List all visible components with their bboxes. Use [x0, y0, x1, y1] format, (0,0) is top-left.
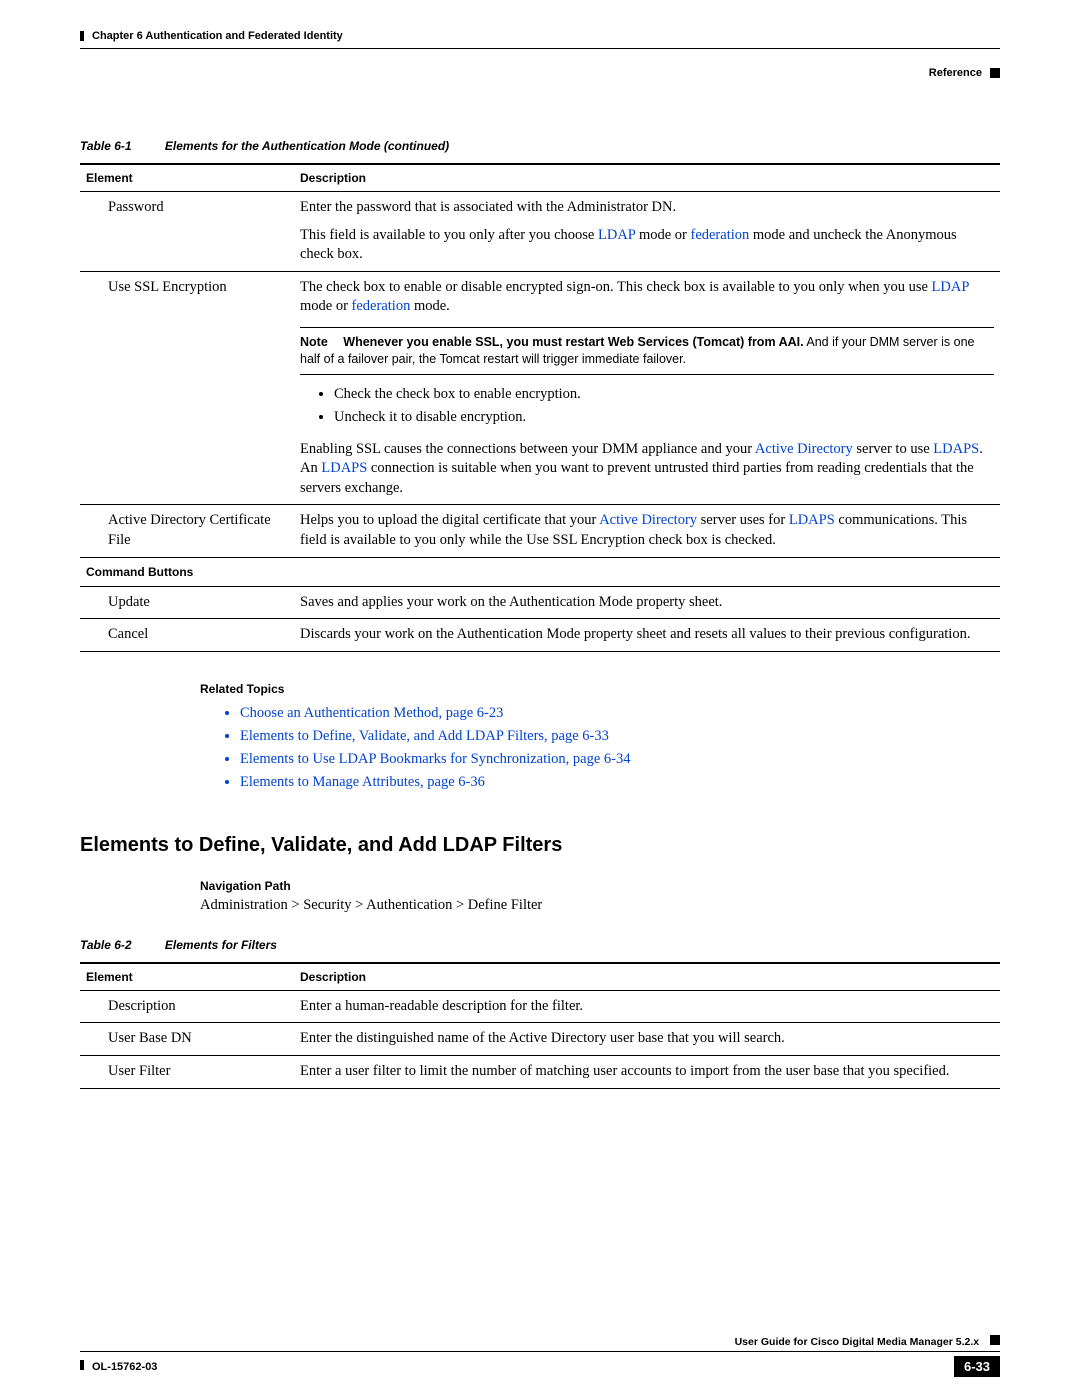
note-label: Note — [300, 335, 328, 349]
chapter-header: Chapter 6 Authentication and Federated I… — [80, 30, 1000, 42]
row-element: User Filter — [80, 1055, 294, 1088]
active-directory-link[interactable]: Active Directory — [755, 441, 853, 457]
list-item: Check the check box to enable encryption… — [334, 383, 994, 407]
footer-square-icon — [990, 1335, 1000, 1345]
command-buttons-heading: Command Buttons — [80, 557, 1000, 586]
navigation-path: Administration > Security > Authenticati… — [200, 897, 1000, 914]
row-element: Update — [80, 586, 294, 619]
col-description: Description — [294, 963, 1000, 991]
related-link[interactable]: Elements to Manage Attributes, page 6-36 — [240, 771, 1000, 794]
active-directory-link[interactable]: Active Directory — [599, 512, 697, 528]
row-description: The check box to enable or disable encry… — [294, 271, 1000, 505]
page-number: 6-33 — [954, 1356, 1000, 1377]
col-description: Description — [294, 164, 1000, 192]
table-row: User Base DN Enter the distinguished nam… — [80, 1023, 1000, 1056]
section-heading: Elements to Define, Validate, and Add LD… — [80, 834, 1000, 857]
ldap-link[interactable]: LDAP — [932, 279, 969, 295]
list-item: Uncheck it to disable encryption. — [334, 406, 994, 430]
table-row: Description Enter a human-readable descr… — [80, 990, 1000, 1023]
table-6-2: Element Description Description Enter a … — [80, 962, 1000, 1089]
navigation-path-heading: Navigation Path — [200, 879, 1000, 893]
row-element: Use SSL Encryption — [80, 271, 294, 505]
table-row: Update Saves and applies your work on th… — [80, 586, 1000, 619]
table-6-1: Element Description Password Enter the p… — [80, 163, 1000, 652]
related-topics-heading: Related Topics — [200, 682, 1000, 696]
ldap-link[interactable]: LDAP — [598, 227, 635, 243]
row-description: Helps you to upload the digital certific… — [294, 505, 1000, 557]
col-element: Element — [80, 963, 294, 991]
federation-link[interactable]: federation — [352, 298, 411, 314]
table-6-1-caption: Table 6-1 Elements for the Authenticatio… — [80, 139, 1000, 153]
row-description: Enter the distinguished name of the Acti… — [294, 1023, 1000, 1056]
table-row: Use SSL Encryption The check box to enab… — [80, 271, 1000, 505]
row-element: User Base DN — [80, 1023, 294, 1056]
table-6-2-caption: Table 6-2 Elements for Filters — [80, 938, 1000, 952]
book-title: User Guide for Cisco Digital Media Manag… — [735, 1336, 979, 1348]
related-topics-list: Choose an Authentication Method, page 6-… — [220, 702, 1000, 794]
table-row: User Filter Enter a user filter to limit… — [80, 1055, 1000, 1088]
chapter-label: Chapter 6 Authentication and Federated I… — [92, 30, 343, 42]
row-description: Saves and applies your work on the Authe… — [294, 586, 1000, 619]
row-description: Enter a human-readable description for t… — [294, 990, 1000, 1023]
table-row: Active Directory Certificate File Helps … — [80, 505, 1000, 557]
reference-square-icon — [990, 68, 1000, 78]
row-element: Cancel — [80, 619, 294, 652]
related-link[interactable]: Choose an Authentication Method, page 6-… — [240, 702, 1000, 725]
table-row: Cancel Discards your work on the Authent… — [80, 619, 1000, 652]
row-element: Password — [80, 192, 294, 272]
reference-label: Reference — [929, 67, 982, 79]
page-footer: User Guide for Cisco Digital Media Manag… — [80, 1335, 1000, 1377]
related-link[interactable]: Elements to Use LDAP Bookmarks for Synch… — [240, 748, 1000, 771]
ldaps-link[interactable]: LDAPS — [933, 441, 979, 457]
row-element: Description — [80, 990, 294, 1023]
federation-link[interactable]: federation — [690, 227, 749, 243]
table-row: Password Enter the password that is asso… — [80, 192, 1000, 272]
ldaps-link[interactable]: LDAPS — [321, 460, 367, 476]
row-description: Enter the password that is associated wi… — [294, 192, 1000, 272]
row-description: Discards your work on the Authentication… — [294, 619, 1000, 652]
doc-id: OL-15762-03 — [92, 1361, 157, 1373]
related-link[interactable]: Elements to Define, Validate, and Add LD… — [240, 725, 1000, 748]
row-element: Active Directory Certificate File — [80, 505, 294, 557]
col-element: Element — [80, 164, 294, 192]
row-description: Enter a user filter to limit the number … — [294, 1055, 1000, 1088]
ldaps-link[interactable]: LDAPS — [789, 512, 835, 528]
